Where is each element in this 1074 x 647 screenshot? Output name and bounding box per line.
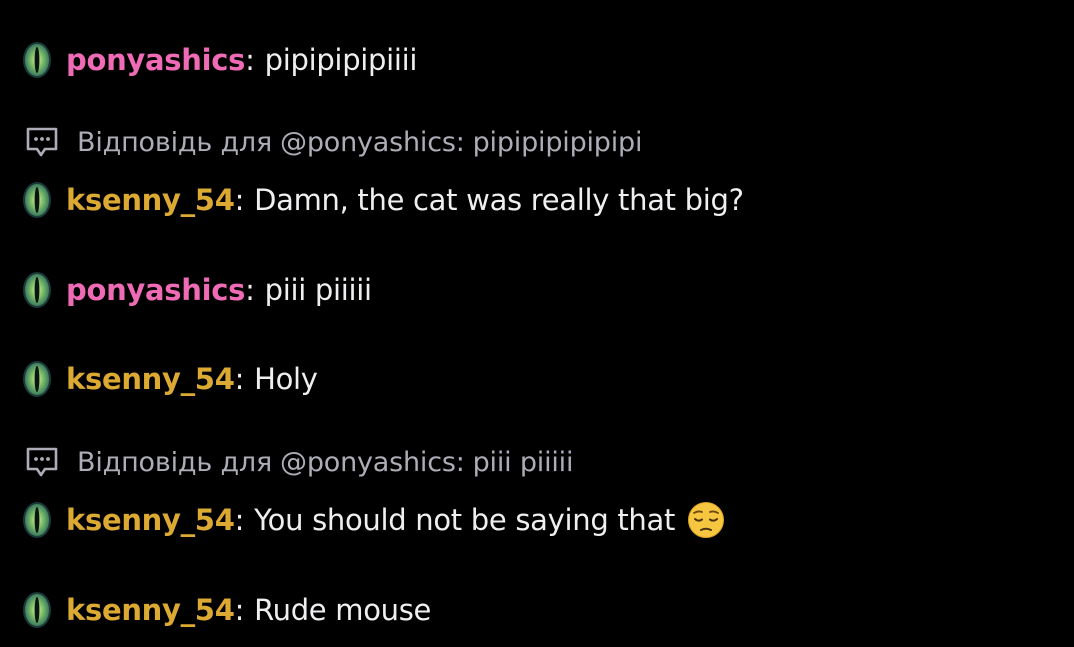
reply-label: Відповідь для xyxy=(77,126,273,158)
chat-colon: : xyxy=(245,273,255,307)
chat-username[interactable]: ksenny_54 xyxy=(66,183,235,217)
chat-message-text: piii piiiii xyxy=(264,273,373,307)
cat-eye-badge-icon[interactable] xyxy=(22,41,52,79)
chat-message[interactable]: ponyashics : pipipipipiiii xyxy=(22,38,418,82)
chat-username[interactable]: ksenny_54 xyxy=(66,362,235,396)
chat-message-text: pipipipipiiii xyxy=(264,43,418,77)
reply-label: Відповідь для xyxy=(77,446,273,478)
chat-username[interactable]: ksenny_54 xyxy=(66,593,235,627)
chat-colon: : xyxy=(234,593,245,627)
reply-bubble-icon xyxy=(26,447,58,477)
cat-eye-badge-icon[interactable] xyxy=(22,501,52,539)
chat-message[interactable]: ksenny_54 : You should not be saying tha… xyxy=(22,498,725,542)
reply-header[interactable]: Відповідь для @ponyashics: piii piiiii xyxy=(25,444,573,480)
chat-message[interactable]: ksenny_54 : Rude mouse xyxy=(22,588,431,632)
reply-target[interactable]: @ponyashics: xyxy=(280,447,465,478)
chat-message[interactable]: ponyashics : piii piiiii xyxy=(22,268,372,312)
reply-target[interactable]: @ponyashics: xyxy=(280,127,465,158)
chat-username[interactable]: ponyashics xyxy=(66,43,245,77)
cat-eye-badge-icon[interactable] xyxy=(22,271,52,309)
reply-header[interactable]: Відповідь для @ponyashics: pipipipipipip… xyxy=(25,124,642,160)
cat-eye-badge-icon[interactable] xyxy=(22,591,52,629)
chat-message-text: Holy xyxy=(254,362,318,396)
chat-colon: : xyxy=(245,43,255,77)
chat-username[interactable]: ksenny_54 xyxy=(66,503,235,537)
chat-username[interactable]: ponyashics xyxy=(66,273,245,307)
chat-colon: : xyxy=(234,503,245,537)
reply-quoted-text: piii piiiii xyxy=(472,446,574,478)
chat-colon: : xyxy=(234,362,245,396)
chat-message-text: Damn, the cat was really that big? xyxy=(254,183,744,217)
pensive-face-emoji[interactable] xyxy=(687,501,725,539)
cat-eye-badge-icon[interactable] xyxy=(22,360,52,398)
chat-log: ponyashics : pipipipipiiii Відповідь для… xyxy=(0,0,1074,647)
reply-bubble-icon xyxy=(26,127,58,157)
chat-message[interactable]: ksenny_54 : Damn, the cat was really tha… xyxy=(22,178,744,222)
cat-eye-badge-icon[interactable] xyxy=(22,181,52,219)
reply-quoted-text: pipipipipipipi xyxy=(472,126,643,158)
chat-message[interactable]: ksenny_54 : Holy xyxy=(22,357,318,401)
chat-message-text: Rude mouse xyxy=(254,593,432,627)
chat-message-text: You should not be saying that xyxy=(254,503,676,537)
chat-colon: : xyxy=(234,183,245,217)
